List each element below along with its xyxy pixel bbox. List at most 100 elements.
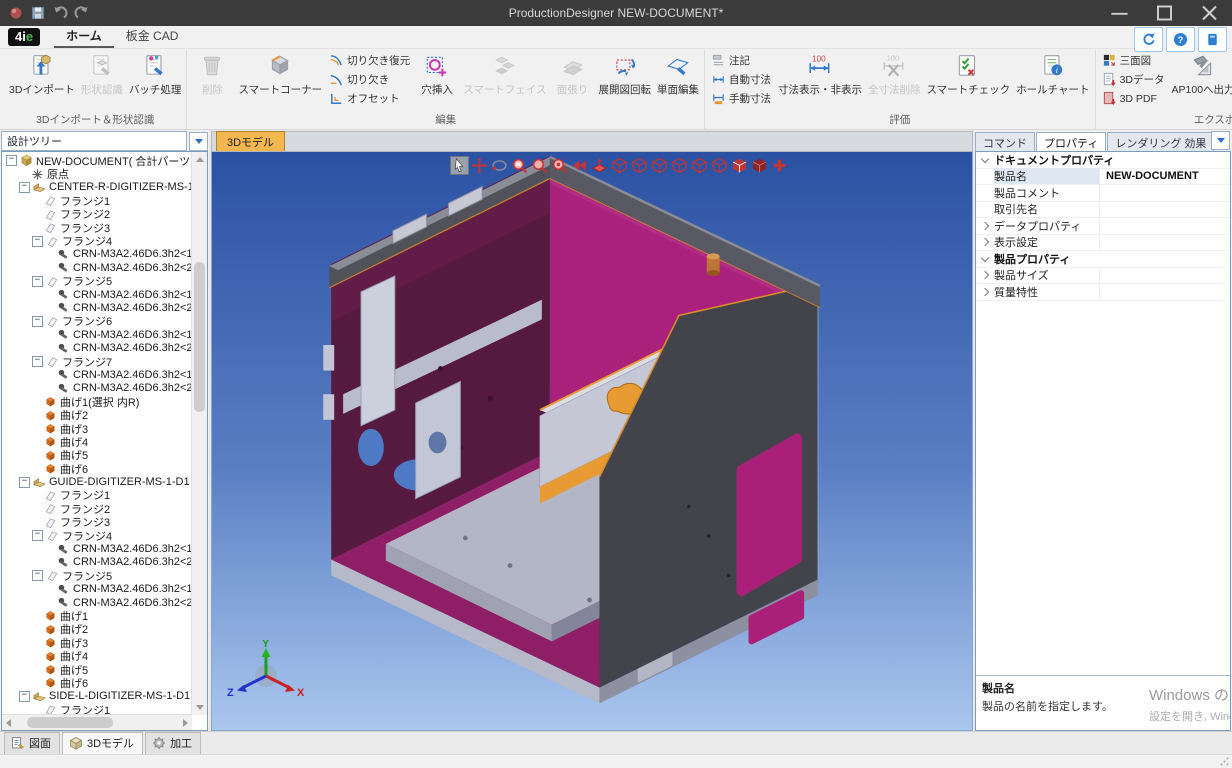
zoom-dynamic-button[interactable] <box>530 156 549 175</box>
chevron-down-icon[interactable] <box>976 257 994 261</box>
tree-item[interactable]: −NEW-DOCUMENT( 合計パーツ: 6, ユニ <box>4 154 191 167</box>
auto-dimension-button[interactable]: 自動寸法 <box>709 71 773 88</box>
tab-command[interactable]: コマンド <box>975 132 1035 151</box>
notch-button[interactable]: 切り欠き <box>327 71 412 88</box>
tree-item[interactable]: 曲げ2 <box>4 623 191 636</box>
tree-item[interactable]: 曲げ5 <box>4 663 191 676</box>
save-button[interactable] <box>30 5 46 21</box>
tab-properties[interactable]: プロパティ <box>1036 132 1106 151</box>
shaded-view-button[interactable] <box>730 156 749 175</box>
vertical-scroll-thumb[interactable] <box>194 262 205 412</box>
scroll-left-icon[interactable] <box>6 719 11 727</box>
app-icon[interactable] <box>8 5 24 21</box>
property-value[interactable] <box>1099 218 1230 234</box>
ap100-output-button[interactable]: AP100へ出力 <box>1169 50 1232 99</box>
tree-item[interactable]: CRN-M3A2.46D6.3h2<1> <box>4 288 191 301</box>
zoom-extents-button[interactable] <box>550 156 569 175</box>
viewport-canvas[interactable]: Y X Z <box>211 151 973 731</box>
right-view-button[interactable] <box>670 156 689 175</box>
tree-expander[interactable]: − <box>32 236 43 247</box>
mode-tab-machining[interactable]: 加工 <box>145 732 201 754</box>
hole-insert-button[interactable]: 穴挿入 <box>414 50 460 99</box>
tree-item[interactable]: CRN-M3A2.46D6.3h2<1> <box>4 248 191 261</box>
tree-expander[interactable]: − <box>19 477 30 488</box>
property-section--[interactable]: 製品プロパティ <box>976 251 1230 268</box>
tree-expander[interactable]: − <box>19 691 30 702</box>
maximize-button[interactable] <box>1142 0 1187 26</box>
tree-item[interactable]: −フランジ4 <box>4 234 191 247</box>
tree-expander[interactable]: − <box>32 276 43 287</box>
top-view-button[interactable] <box>690 156 709 175</box>
property-row--[interactable]: 質量特性 <box>976 284 1230 301</box>
tree-item[interactable]: CRN-M3A2.46D6.3h2<2> <box>4 596 191 609</box>
ribbon-tab-sheetmetal-cad[interactable]: 板金 CAD <box>114 25 191 48</box>
undo-button[interactable] <box>52 5 68 21</box>
tree-item[interactable]: CRN-M3A2.46D6.3h2<1> <box>4 328 191 341</box>
notch-restore-button[interactable]: 切り欠き復元 <box>327 52 412 69</box>
property-value[interactable] <box>1099 235 1230 251</box>
orbit-button[interactable] <box>490 156 509 175</box>
property-row--[interactable]: 製品名NEW-DOCUMENT <box>976 169 1230 186</box>
tree-item[interactable]: −フランジ7 <box>4 355 191 368</box>
redo-button[interactable] <box>74 5 90 21</box>
app-logo[interactable]: 4ie <box>8 28 40 46</box>
property-row--[interactable]: 表示設定 <box>976 235 1230 252</box>
resize-grip[interactable] <box>1220 757 1229 766</box>
unfold-rotate-button[interactable]: 展開図回転 <box>596 50 655 99</box>
property-row--[interactable]: 製品サイズ <box>976 268 1230 285</box>
sync-button[interactable] <box>1134 27 1163 52</box>
help-button[interactable]: ? <box>1166 27 1195 52</box>
viewport-tab-3d-model[interactable]: 3Dモデル <box>216 131 285 151</box>
chevron-right-icon[interactable] <box>976 223 994 229</box>
mode-tab-drawing[interactable]: 図面 <box>4 732 60 754</box>
tree-item[interactable]: −フランジ6 <box>4 315 191 328</box>
tree-item[interactable]: CRN-M3A2.46D6.3h2<1> <box>4 542 191 555</box>
right-panel-menu-button[interactable] <box>1211 131 1230 150</box>
property-row--[interactable]: 取引先名 <box>976 202 1230 219</box>
scroll-up-icon[interactable] <box>196 157 204 162</box>
smart-check-button[interactable]: スマートチェック <box>924 50 1014 99</box>
tree-item[interactable]: 曲げ4 <box>4 649 191 662</box>
property-value[interactable] <box>1099 284 1230 300</box>
3d-data-button[interactable]: 3Dデータ <box>1100 71 1167 88</box>
tree-expander[interactable]: − <box>6 155 17 166</box>
tree-item[interactable]: CRN-M3A2.46D6.3h2<1> <box>4 368 191 381</box>
tree-item[interactable]: 原点 <box>4 167 191 180</box>
bottom-view-button[interactable] <box>710 156 729 175</box>
tree-item[interactable]: −フランジ5 <box>4 569 191 582</box>
offset-button[interactable]: オフセット <box>327 90 412 107</box>
minimize-button[interactable] <box>1097 0 1142 26</box>
tree-expander[interactable]: − <box>32 356 43 367</box>
tree-item[interactable]: 曲げ2 <box>4 408 191 421</box>
select-button[interactable] <box>450 156 469 175</box>
tree-item[interactable]: 曲げ1 <box>4 609 191 622</box>
tree-item[interactable]: 曲げ1(選択 内R) <box>4 395 191 408</box>
manual-dimension-button[interactable]: 手動寸法 <box>709 90 773 107</box>
tree-item[interactable]: 曲げ4 <box>4 435 191 448</box>
tree-expander[interactable]: − <box>32 316 43 327</box>
add-view-button[interactable] <box>770 156 789 175</box>
previous-view-button[interactable] <box>570 156 589 175</box>
property-value[interactable]: NEW-DOCUMENT <box>1099 169 1230 185</box>
property-row--[interactable]: 製品コメント <box>976 185 1230 202</box>
property-value[interactable] <box>1099 268 1230 284</box>
single-face-edit-button[interactable]: 単面編集 <box>654 50 702 99</box>
tree-item[interactable]: 曲げ6 <box>4 676 191 689</box>
tree-expander[interactable]: − <box>32 570 43 581</box>
tree-vertical-scrollbar[interactable] <box>191 152 207 715</box>
front-view-button[interactable] <box>630 156 649 175</box>
dimension-toggle-button[interactable]: 100寸法表示・非表示 <box>775 50 865 99</box>
horizontal-scroll-thumb[interactable] <box>27 717 113 728</box>
tab-rendering-effects[interactable]: レンダリング 効果 <box>1107 132 1214 151</box>
tree-item[interactable]: −フランジ5 <box>4 275 191 288</box>
ribbon-tab-home[interactable]: ホーム <box>54 25 114 48</box>
3d-pdf-button[interactable]: 3D PDF <box>1100 90 1167 107</box>
iso-view-button[interactable] <box>610 156 629 175</box>
chevron-down-icon[interactable] <box>976 158 994 162</box>
tree-horizontal-scrollbar[interactable] <box>2 714 192 730</box>
design-tree-menu-button[interactable] <box>189 132 208 151</box>
scroll-down-icon[interactable] <box>196 705 204 710</box>
batch-process-button[interactable]: バッチ処理 <box>126 50 185 99</box>
tree-item[interactable]: フランジ1 <box>4 703 191 714</box>
tree-item[interactable]: 曲げ3 <box>4 422 191 435</box>
